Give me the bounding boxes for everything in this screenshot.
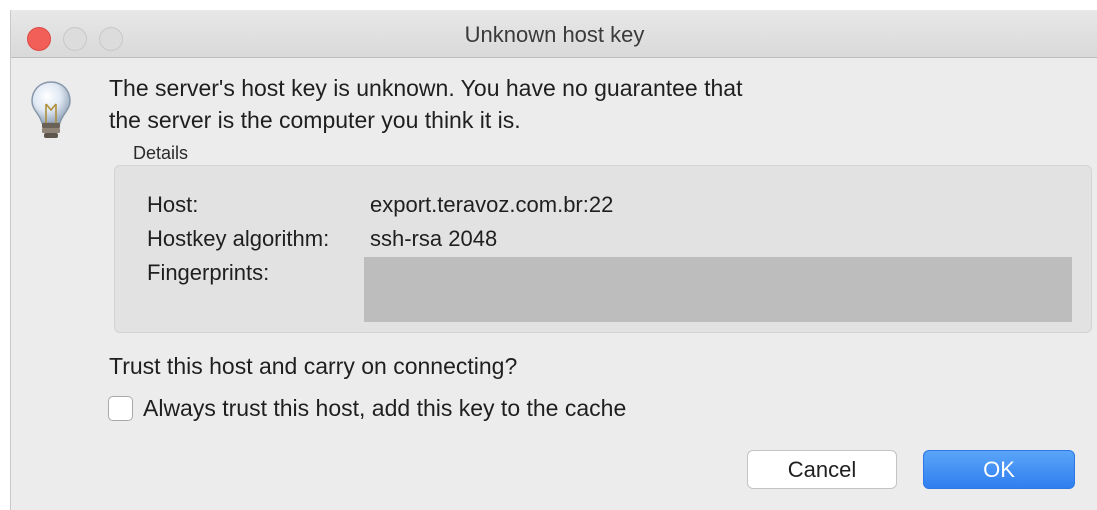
always-trust-label[interactable]: Always trust this host, add this key to … (143, 395, 626, 422)
window-title: Unknown host key (464, 22, 645, 47)
ok-button[interactable]: OK (923, 450, 1075, 489)
message-line-1: The server's host key is unknown. You ha… (109, 75, 743, 101)
dialog-window: Unknown host key The server's host key i… (10, 10, 1097, 510)
host-label: Host: (147, 192, 199, 217)
always-trust-checkbox[interactable] (108, 396, 133, 421)
hostkey-algorithm-value: ssh-rsa 2048 (370, 226, 498, 251)
details-panel: Host: export.teravoz.com.br:22 Hostkey a… (114, 165, 1092, 333)
cancel-button[interactable]: Cancel (747, 450, 897, 489)
always-trust-option[interactable]: Always trust this host, add this key to … (108, 395, 626, 422)
fingerprints-label: Fingerprints: (147, 260, 270, 285)
details-heading: Details (133, 143, 189, 163)
title-bar[interactable]: Unknown host key (11, 10, 1097, 58)
lightbulb-icon (31, 81, 71, 138)
message-line-2: the server is the computer you think it … (109, 107, 521, 133)
trust-question: Trust this host and carry on connecting? (109, 353, 518, 379)
message-text: The server's host key is unknown. You ha… (109, 72, 742, 136)
host-value: export.teravoz.com.br:22 (370, 192, 614, 217)
hostkey-algorithm-label: Hostkey algorithm: (147, 226, 330, 251)
fingerprints-value-redacted (364, 257, 1072, 322)
